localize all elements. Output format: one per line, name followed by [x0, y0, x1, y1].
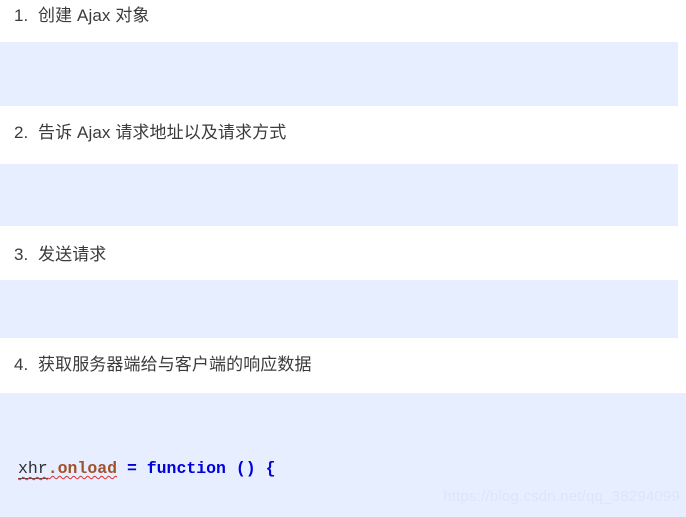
step-heading-2: 2. 告诉 Ajax 请求地址以及请求方式	[0, 123, 286, 143]
code-block-2[interactable]: xhr.open('get', 'http://www.example.com'…	[0, 164, 678, 226]
code-token: xhr	[18, 459, 48, 479]
code-block-4[interactable]: xhr.onload = function () { console.log(x…	[0, 393, 686, 517]
step-title-1: 创建 Ajax 对象	[38, 6, 150, 25]
step-number-3: 3.	[14, 245, 29, 264]
step-title-4: 获取服务器端给与客户端的响应数据	[38, 355, 312, 374]
step-title-3: 发送请求	[38, 245, 107, 264]
code-token: function	[146, 459, 226, 478]
step-title-2: 告诉 Ajax 请求地址以及请求方式	[38, 123, 287, 142]
step-number-1: 1.	[14, 6, 29, 25]
ajax-tutorial-document: 1. 创建 Ajax 对象 var xhr = new XMLHttpReque…	[0, 0, 686, 517]
step-number-2: 2.	[14, 123, 29, 142]
step-heading-4: 4. 获取服务器端给与客户端的响应数据	[0, 355, 312, 375]
code-line: xhr.onload = function () {	[0, 455, 686, 483]
code-token: .onload	[47, 459, 118, 478]
code-token: () {	[235, 459, 276, 478]
code-block-3[interactable]: xhr.send();	[0, 280, 678, 338]
code-token: =	[126, 459, 137, 478]
code-line: var xhr = new XMLHttpRequest();	[0, 104, 678, 106]
step-number-4: 4.	[14, 355, 29, 374]
step-heading-1: 1. 创建 Ajax 对象	[0, 6, 150, 26]
code-block-1[interactable]: var xhr = new XMLHttpRequest();	[0, 42, 678, 106]
step-heading-3: 3. 发送请求	[0, 245, 106, 265]
